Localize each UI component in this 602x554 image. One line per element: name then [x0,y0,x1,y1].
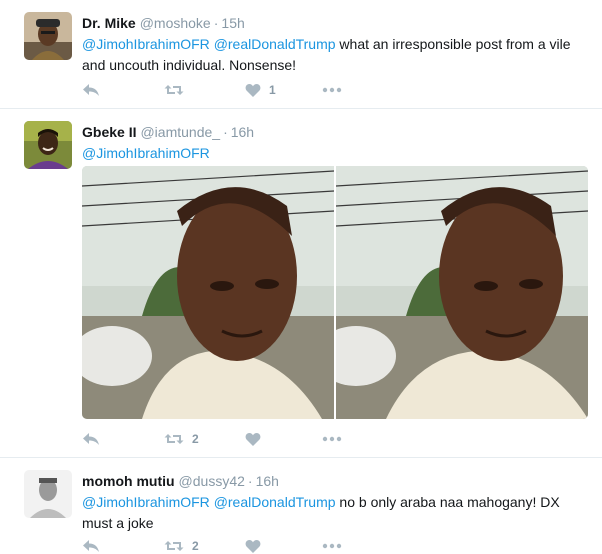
like-button[interactable] [245,536,269,554]
mention-link[interactable]: @JimohIbrahimOFR [82,36,210,52]
mention-link[interactable]: @realDonaldTrump [214,494,336,510]
more-button[interactable] [322,80,342,100]
retweet-button[interactable]: 2 [164,536,199,554]
more-button[interactable] [322,429,342,449]
mention-link[interactable]: @JimohIbrahimOFR [82,145,210,161]
reply-button[interactable] [82,536,100,554]
heart-icon [245,83,261,98]
tweet-text: @JimohIbrahimOFR @realDonaldTrump no b o… [82,492,582,534]
username[interactable]: @dussy42 [179,473,245,489]
tweet-text: @JimohIbrahimOFR @realDonaldTrump what a… [82,34,582,76]
retweet-count: 2 [192,539,199,553]
tweet-actions: 1 [82,80,382,100]
avatar[interactable] [24,121,72,169]
retweet-button[interactable]: 2 [164,429,199,449]
like-count: 1 [269,83,276,97]
reply-icon [82,82,100,98]
reply-button[interactable] [82,80,100,100]
heart-icon [245,432,261,447]
retweet-icon [164,539,184,553]
tweet-actions: 2 [82,536,382,554]
more-icon [322,543,342,549]
like-button[interactable] [245,429,269,449]
like-button[interactable]: 1 [245,80,276,100]
avatar[interactable] [24,12,72,60]
tweet: Gbeke II @iamtunde_ · 16h @JimohIbrahimOFR [0,109,602,458]
timestamp[interactable]: 16h [231,124,254,140]
retweet-count: 2 [192,432,199,446]
separator: · [247,473,253,489]
reply-button[interactable] [82,429,100,449]
retweet-button[interactable] [164,80,192,100]
retweet-icon [164,83,184,97]
reply-icon [82,538,100,554]
tweet-header: Gbeke II @iamtunde_ · 16h [82,123,254,141]
tweet-header: momoh mutiu @dussy42 · 16h [82,472,279,490]
mention-link[interactable]: @realDonaldTrump [214,36,336,52]
timestamp[interactable]: 16h [256,473,279,489]
avatar[interactable] [24,470,72,518]
more-icon [322,436,342,442]
separator: · [223,124,228,140]
more-button[interactable] [322,536,342,554]
tweet: Dr. Mike @moshoke · 15h @JimohIbrahimOFR @r… [0,0,602,109]
timestamp[interactable]: 15h [221,15,244,31]
username[interactable]: @iamtunde_ [140,124,220,140]
reply-icon [82,431,100,447]
tweet: momoh mutiu @dussy42 · 16h @JimohIbrahimOFR… [0,458,602,554]
retweet-icon [164,432,184,446]
media-photo[interactable] [82,166,334,419]
heart-icon [245,539,261,554]
tweet-text: @JimohIbrahimOFR [82,143,582,164]
username[interactable]: @moshoke [140,15,211,31]
more-icon [322,87,342,93]
tweet-header: Dr. Mike @moshoke · 15h [82,14,245,32]
tweet-actions: 2 [82,429,382,449]
tweet-media[interactable] [82,166,588,419]
display-name[interactable]: Dr. Mike [82,15,136,31]
display-name[interactable]: Gbeke II [82,124,136,140]
media-photo[interactable] [336,166,588,419]
display-name[interactable]: momoh mutiu [82,473,175,489]
mention-link[interactable]: @JimohIbrahimOFR [82,494,210,510]
separator: · [213,15,219,31]
